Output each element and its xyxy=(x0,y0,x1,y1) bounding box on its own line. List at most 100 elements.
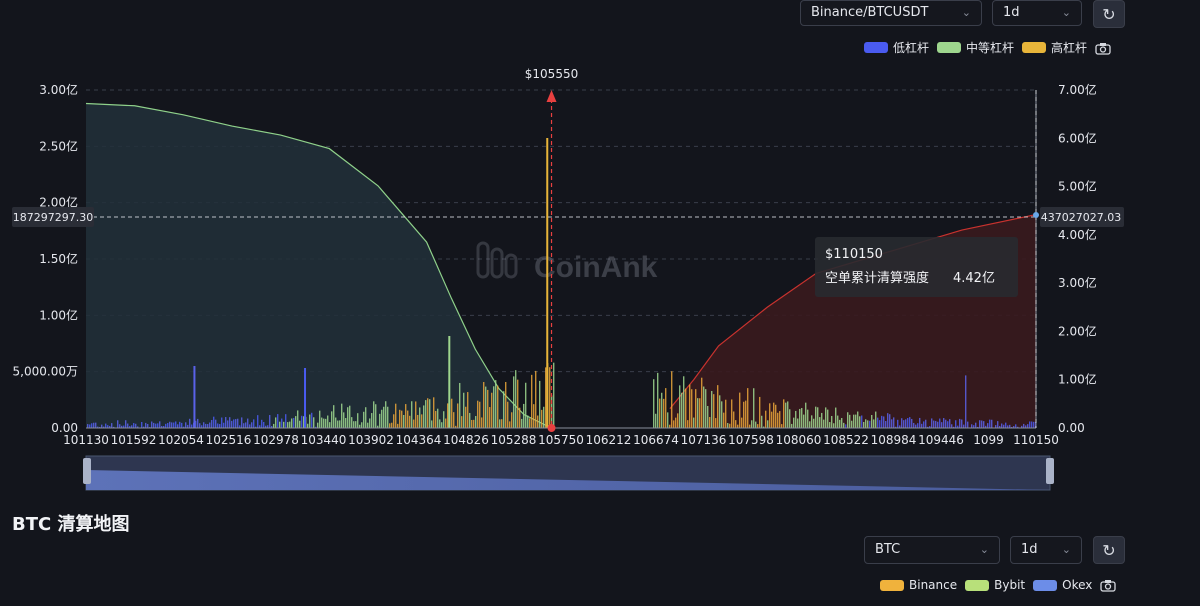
x-tick-label: 108060 xyxy=(776,433,822,447)
liquidation-bar xyxy=(801,407,803,428)
left-tick-label: 1.50亿 xyxy=(39,251,78,266)
right-tick-label: 5.00亿 xyxy=(1058,179,1097,194)
liquidation-bar xyxy=(313,417,315,428)
x-tick-label: 105750 xyxy=(538,433,584,447)
liquidation-bar xyxy=(857,411,859,428)
crosshair-right-label: 437027027.03 xyxy=(1041,211,1121,224)
coin-select[interactable]: BTC ⌄ xyxy=(864,536,1000,564)
liquidation-bar xyxy=(915,424,917,428)
slider-handle-left[interactable] xyxy=(83,458,91,484)
liquidation-bar xyxy=(159,421,161,428)
liquidation-bar xyxy=(489,407,491,428)
liquidation-bar xyxy=(523,403,525,428)
liquidation-bar xyxy=(277,414,279,428)
liquidation-bar xyxy=(853,414,855,428)
liquidation-bar xyxy=(519,407,521,428)
liquidation-bar xyxy=(959,418,961,428)
liquidation-bar xyxy=(467,392,469,428)
legend-item-low-leverage[interactable]: 低杠杆 xyxy=(864,39,929,56)
liquidation-chart[interactable]: CoinAnk 0.00 5,000.00万 1.00亿 1.50亿 2.00亿 2.50… xyxy=(0,60,1200,495)
liquidation-bar xyxy=(119,424,121,428)
liquidation-bar xyxy=(417,414,419,428)
liquidation-bar xyxy=(747,388,749,428)
liquidation-bar xyxy=(935,420,937,428)
liquidation-bar xyxy=(799,408,801,428)
liquidation-bar xyxy=(755,421,757,428)
liquidation-bar xyxy=(423,405,425,428)
x-tick-label: 108522 xyxy=(823,433,869,447)
liquidation-bar xyxy=(515,370,517,428)
refresh-icon: ↻ xyxy=(1102,540,1116,560)
liquidation-bar xyxy=(399,409,401,428)
liquidation-bar xyxy=(485,386,487,428)
liquidation-bar xyxy=(527,415,529,428)
legend-item-high-leverage[interactable]: 高杠杆 xyxy=(1022,39,1087,56)
legend-item-mid-leverage[interactable]: 中等杠杆 xyxy=(937,39,1014,56)
tooltip-label: 空单累计清算强度 xyxy=(825,271,930,286)
slider-handle-right[interactable] xyxy=(1046,458,1054,484)
x-tick-label: 107598 xyxy=(728,433,774,447)
liquidation-bar xyxy=(911,418,913,428)
liquidation-bar xyxy=(925,419,927,428)
liquidation-bar xyxy=(757,424,759,428)
liquidation-spike xyxy=(448,336,451,428)
liquidation-bar xyxy=(721,401,723,428)
legend-item-okex[interactable]: Okex xyxy=(1033,578,1092,592)
liquidation-bar xyxy=(687,420,689,428)
liquidation-bar xyxy=(407,410,409,428)
crosshair-left-label: 187297297.30 xyxy=(13,211,93,224)
interval-select[interactable]: 1d ⌄ xyxy=(992,0,1082,26)
x-tick-label: 1099 xyxy=(973,433,1004,447)
liquidation-bar xyxy=(867,420,869,428)
liquidation-bar xyxy=(983,421,985,428)
liquidation-bar xyxy=(737,424,739,428)
liquidation-bar xyxy=(497,385,499,428)
section-interval-select[interactable]: 1d ⌄ xyxy=(1010,536,1082,564)
left-tick-label: 1.00亿 xyxy=(39,307,78,322)
liquidation-bar xyxy=(657,372,659,428)
liquidation-bar xyxy=(151,421,153,428)
liquidation-bar xyxy=(283,421,285,428)
liquidation-bar xyxy=(685,388,687,428)
liquidation-bar xyxy=(989,419,991,428)
liquidation-bar xyxy=(391,422,393,428)
liquidation-bar xyxy=(441,422,443,428)
liquidation-bar xyxy=(179,421,181,428)
legend-item-bybit[interactable]: Bybit xyxy=(965,578,1025,592)
liquidation-bar xyxy=(307,423,309,428)
liquidation-bar xyxy=(701,377,703,428)
chevron-down-icon: ⌄ xyxy=(979,543,989,556)
liquidation-bar xyxy=(835,407,837,428)
camera-icon[interactable] xyxy=(1095,42,1111,55)
liquidation-bar xyxy=(473,419,475,428)
liquidation-bar xyxy=(167,423,169,428)
liquidation-bar xyxy=(345,418,347,428)
liquidation-bar xyxy=(405,404,407,428)
liquidation-bar xyxy=(811,415,813,428)
liquidation-bar xyxy=(237,418,239,428)
liquidation-bar xyxy=(291,418,293,428)
liquidation-bar xyxy=(249,424,251,428)
liquidation-bar xyxy=(285,414,287,428)
right-tick-label: 4.00亿 xyxy=(1058,227,1097,242)
legend-item-binance[interactable]: Binance xyxy=(880,578,957,592)
section-refresh-button[interactable]: ↻ xyxy=(1093,536,1125,564)
liquidation-spike xyxy=(193,366,196,428)
x-tick-label: 101592 xyxy=(111,433,157,447)
liquidation-bar xyxy=(205,423,207,428)
liquidation-bar xyxy=(157,423,159,428)
range-slider[interactable] xyxy=(83,455,1054,491)
liquidation-bar xyxy=(663,398,665,428)
liquidation-bar xyxy=(849,414,851,428)
liquidation-bar xyxy=(751,420,753,428)
liquidation-bar xyxy=(653,379,655,428)
liquidation-bar xyxy=(539,380,541,428)
liquidation-bar xyxy=(401,410,403,428)
liquidation-bar xyxy=(155,423,157,428)
liquidation-bar xyxy=(769,403,771,428)
refresh-button[interactable]: ↻ xyxy=(1093,0,1125,28)
liquidation-bar xyxy=(975,422,977,428)
camera-icon[interactable] xyxy=(1100,579,1117,592)
liquidation-bar xyxy=(893,417,895,428)
exchange-select[interactable]: Binance/BTCUSDT ⌄ xyxy=(800,0,982,26)
